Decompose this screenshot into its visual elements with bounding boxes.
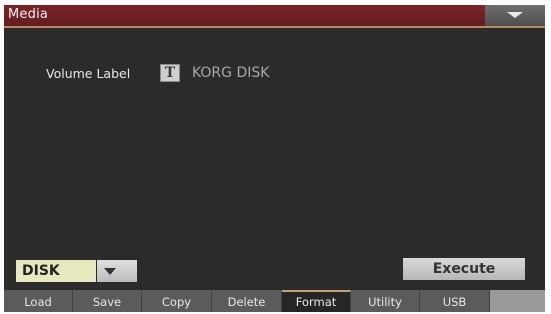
- tab-delete[interactable]: Delete: [212, 290, 282, 312]
- tab-usb[interactable]: USB: [420, 290, 490, 312]
- text-edit-icon[interactable]: T: [160, 64, 180, 82]
- page-title: Media: [8, 7, 49, 22]
- device-select-value[interactable]: DISK: [16, 260, 96, 282]
- device-dropdown-button[interactable]: [97, 260, 137, 282]
- device-select[interactable]: DISK: [16, 260, 137, 282]
- volume-label-value[interactable]: KORG DISK: [192, 65, 269, 81]
- tab-bar: Load Save Copy Delete Format Utility USB: [4, 290, 545, 312]
- tab-utility[interactable]: Utility: [351, 290, 420, 312]
- chevron-down-icon: [104, 268, 116, 275]
- volume-label-caption: Volume Label: [46, 66, 131, 81]
- chevron-down-icon: [507, 12, 523, 18]
- tab-save[interactable]: Save: [73, 290, 142, 312]
- page-menu-button[interactable]: [485, 5, 545, 26]
- media-screen: Media Volume Label T KORG DISK DISK Exec…: [4, 5, 545, 312]
- tab-empty-slot: [490, 290, 545, 312]
- title-bar: Media: [4, 5, 545, 28]
- tab-copy[interactable]: Copy: [142, 290, 212, 312]
- tab-format[interactable]: Format: [282, 290, 351, 312]
- tab-load[interactable]: Load: [4, 290, 73, 312]
- execute-button[interactable]: Execute: [403, 258, 525, 280]
